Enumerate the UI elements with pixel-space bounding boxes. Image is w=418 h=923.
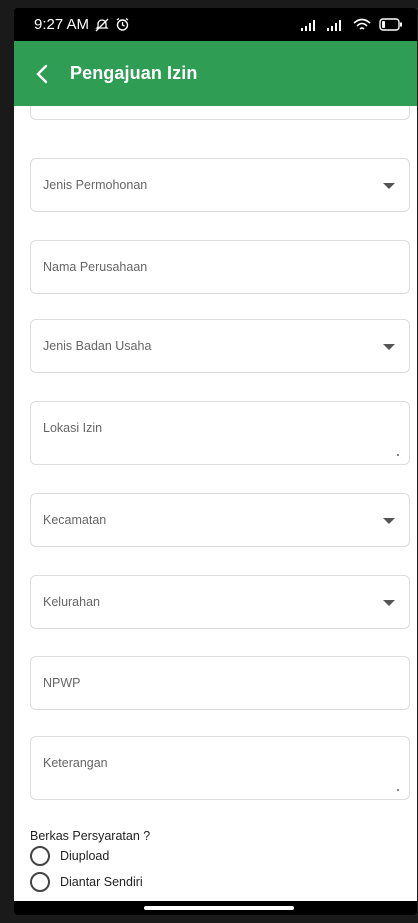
signal-icon [301, 19, 319, 31]
npwp-input[interactable]: NPWP [30, 656, 410, 710]
wifi-icon [353, 18, 371, 32]
field-label: Kelurahan [43, 595, 100, 609]
field-label: Kecamatan [43, 513, 107, 527]
app-bar: Pengajuan Izin [14, 41, 417, 106]
radio-circle-icon[interactable] [30, 846, 50, 866]
home-indicator[interactable] [144, 906, 294, 910]
dropdown-arrow-icon [383, 183, 395, 189]
jenis-permohonan-dropdown[interactable]: Jenis Permohonan [30, 158, 410, 212]
dropdown-arrow-icon [383, 344, 395, 350]
signal-icon [327, 19, 345, 31]
dropdown-arrow-icon [383, 600, 395, 606]
radio-circle-icon[interactable] [30, 872, 50, 892]
radio-diantar-sendiri[interactable]: Diantar Sendiri [30, 872, 143, 892]
field-label: Jenis Badan Usaha [43, 339, 152, 353]
berkas-persyaratan-label: Berkas Persyaratan ? [30, 829, 151, 843]
field-label: Lokasi Izin [43, 421, 103, 435]
radio-label: Diantar Sendiri [60, 875, 143, 889]
back-button[interactable] [28, 60, 56, 88]
alarm-icon [115, 17, 130, 32]
resize-handle-icon [397, 789, 399, 791]
lokasi-izin-textarea[interactable]: Lokasi Izin [30, 401, 410, 465]
jenis-badan-usaha-dropdown[interactable]: Jenis Badan Usaha [30, 319, 410, 373]
status-bar: 9:27 AM [14, 8, 417, 41]
form-scroll-area[interactable]: Jenis Permohonan Nama Perusahaan Jenis B… [14, 106, 417, 915]
previous-field[interactable] [30, 106, 410, 120]
chevron-left-icon [36, 64, 48, 83]
field-label: Nama Perusahaan [43, 260, 148, 274]
mute-icon [95, 18, 109, 32]
field-label: NPWP [43, 676, 81, 690]
radio-label: Diupload [60, 849, 110, 863]
radio-diupload[interactable]: Diupload [30, 846, 109, 866]
kelurahan-dropdown[interactable]: Kelurahan [30, 575, 410, 629]
kecamatan-dropdown[interactable]: Kecamatan [30, 493, 410, 547]
field-label: Keterangan [43, 756, 108, 770]
resize-handle-icon [397, 454, 399, 456]
phone-screen: 9:27 AM Pengajuan Izin Jenis Permohonan … [14, 8, 417, 915]
battery-icon [379, 18, 403, 31]
system-nav-bar [14, 901, 417, 915]
nama-perusahaan-input[interactable]: Nama Perusahaan [30, 240, 410, 294]
dropdown-arrow-icon [383, 518, 395, 524]
field-label: Jenis Permohonan [43, 178, 148, 192]
status-time: 9:27 AM [34, 16, 90, 33]
keterangan-textarea[interactable]: Keterangan [30, 736, 410, 800]
page-title: Pengajuan Izin [70, 63, 198, 83]
